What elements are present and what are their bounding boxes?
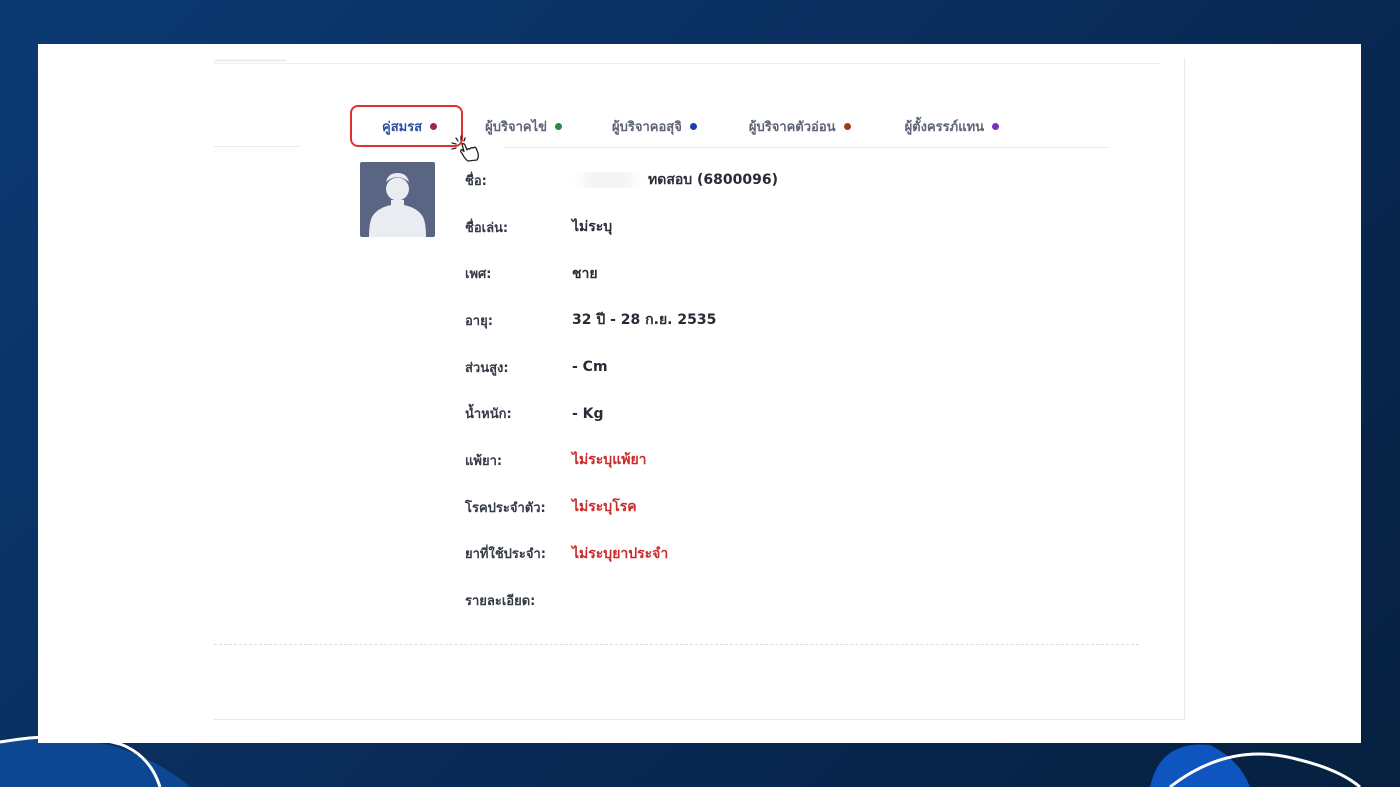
avatar [360,162,435,237]
tab-embryo-donor[interactable]: ผู้บริจาคตัวอ่อน [723,107,871,145]
top-tab-indicator [214,59,286,62]
tab-label: ผู้บริจาคอสุจิ [612,119,682,135]
tab-dot-icon [689,122,697,130]
height-value: - Cm [572,359,608,376]
row-name: ชื่อ: ทดสอบ (6800096) [465,157,778,204]
tab-egg-donor[interactable]: ผู้บริจาคไข่ [469,107,582,145]
app-screen: คู่สมรส ผู้บริจาคไข่ ผู้บริจาคอสุจิ ผู้บ… [38,44,1361,743]
row-details: รายละเอียด: [465,577,778,624]
name-value: ทดสอบ (6800096) [648,172,779,189]
row-height: ส่วนสูง: - Cm [465,344,778,391]
tab-dot-icon [430,122,438,130]
medication-value: ไม่ระบุยาประจำ [572,545,669,562]
details-label: รายละเอียด: [465,594,536,610]
disease-label: โรคประจำตัว: [465,500,546,516]
tabs-divider [504,147,1109,148]
nickname-value: ไม่ระบุ [572,219,613,236]
tab-spouse[interactable]: คู่สมรส [350,105,464,147]
tab-dot-icon [843,122,851,130]
row-gender: เพศ: ชาย [465,250,778,297]
name-value-wrapper: ทดสอบ (6800096) [572,169,778,191]
profile-details: ชื่อ: ทดสอบ (6800096) ชื่อเล่น: ไม่ระบุ … [465,157,778,624]
tab-dot-icon [992,122,1000,130]
top-divider [214,63,1161,64]
height-label: ส่วนสูง: [465,360,509,376]
tab-label: ผู้บริจาคตัวอ่อน [748,119,836,135]
row-nickname: ชื่อเล่น: ไม่ระบุ [465,204,778,251]
redacted-name [572,172,644,189]
gender-label: เพศ: [465,267,492,283]
age-value: 32 ปี - 28 ก.ย. 2535 [572,312,717,329]
age-label: อายุ: [465,313,493,329]
allergy-value: ไม่ระบุแพ้ยา [572,452,647,469]
name-label: ชื่อ: [465,173,487,189]
row-medication: ยาที่ใช้ประจำ: ไม่ระบุยาประจำ [465,531,778,578]
row-age: อายุ: 32 ปี - 28 ก.ย. 2535 [465,297,778,344]
nickname-label: ชื่อเล่น: [465,220,509,236]
row-weight: น้ำหนัก: - Kg [465,390,778,437]
tab-label: คู่สมรส [382,119,423,135]
gender-value: ชาย [572,265,598,282]
section-divider [214,644,1139,645]
tab-dot-icon [555,122,563,130]
medication-label: ยาที่ใช้ประจำ: [465,547,546,563]
tab-label: ผู้บริจาคไข่ [485,119,548,135]
allergy-label: แพ้ยา: [465,453,503,469]
disease-value: ไม่ระบุโรค [572,499,637,516]
tab-sperm-donor[interactable]: ผู้บริจาคอสุจิ [588,107,717,145]
weight-value: - Kg [572,405,604,422]
row-disease: โรคประจำตัว: ไม่ระบุโรค [465,484,778,531]
tab-label: ผู้ตั้งครรภ์แทน [904,119,985,135]
row-allergy: แพ้ยา: ไม่ระบุแพ้ยา [465,437,778,484]
user-silhouette-icon [369,173,426,237]
weight-label: น้ำหนัก: [465,407,512,423]
tabs-divider-left [214,146,300,147]
tab-surrogate[interactable]: ผู้ตั้งครรภ์แทน [877,107,1019,145]
